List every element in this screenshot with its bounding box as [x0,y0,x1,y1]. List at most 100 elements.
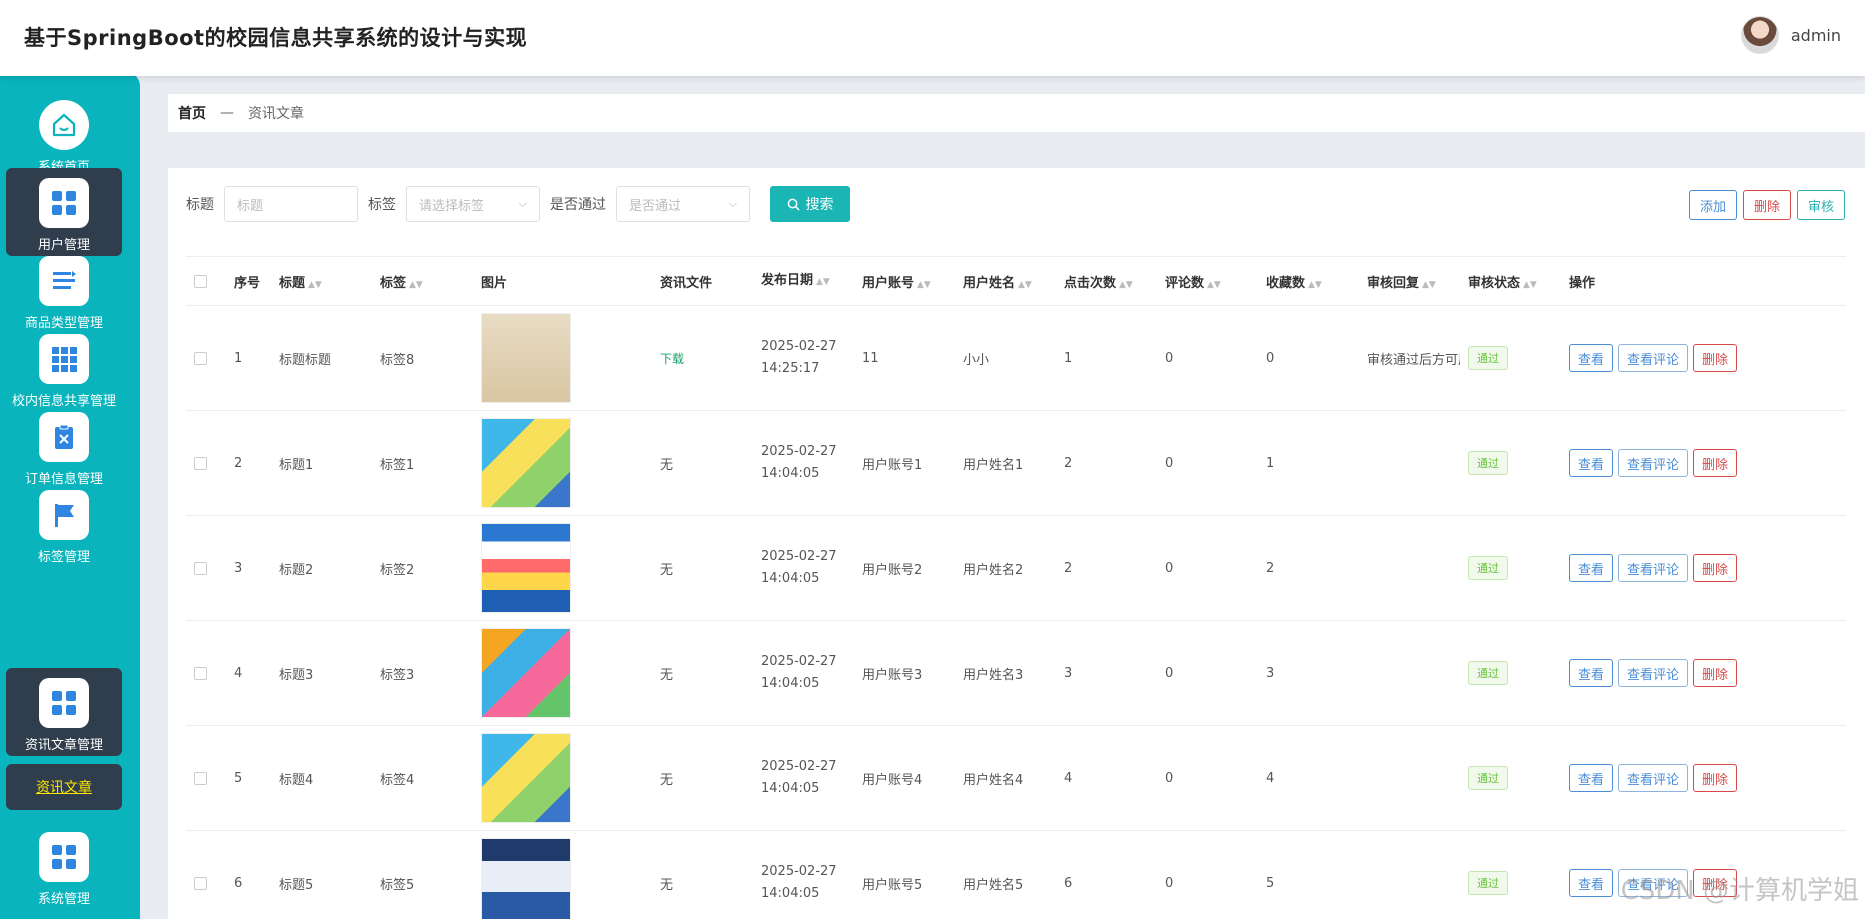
row-file: 无 [660,562,674,578]
view-button[interactable]: 查看 [1569,659,1614,687]
breadcrumb-home[interactable]: 首页 [178,103,206,123]
batch-delete-button[interactable]: 删除 [1742,190,1791,220]
sort-icon: ▲▼ [308,279,322,290]
col-header-sortable[interactable]: 审核回复 ▲▼ [1359,272,1460,291]
row-checkbox[interactable] [194,666,207,680]
view-button[interactable]: 查看 [1569,344,1614,372]
sidebar-item-articles[interactable]: 资讯文章管理 [6,668,122,756]
row-tag: 标签1 [380,457,415,473]
col-header-sortable[interactable]: 发布日期 ▲▼ [753,270,854,293]
title-search-input[interactable]: 标题 [224,186,358,222]
article-thumbnail[interactable] [481,733,571,823]
delete-button[interactable]: 删除 [1693,344,1738,372]
row-checkbox[interactable] [194,561,207,575]
grid9-icon [39,334,89,384]
sort-icon: ▲▼ [409,279,423,290]
delete-button[interactable]: 删除 [1693,659,1738,687]
row-title: 标题2 [279,562,314,578]
sort-icon: ▲▼ [816,276,830,287]
row-checkbox[interactable] [194,771,207,785]
main-panel: 标题 标题 标签 请选择标签 ⌵ 是否通过 是否通过 ⌵ 搜索 添加 删除 审核 序… [168,168,1865,919]
sidebar-item-label: 系统管理 [37,892,90,907]
row-favorites: 3 [1266,665,1275,681]
view-comments-button[interactable]: 查看评论 [1618,449,1689,477]
row-clicks: 3 [1064,665,1073,681]
grid-icon [39,678,89,728]
submenu-articles[interactable]: 资讯文章 [6,764,122,810]
view-button[interactable]: 查看 [1569,869,1614,897]
username[interactable]: admin [1791,26,1841,45]
row-comments: 0 [1165,350,1174,366]
row-name: 用户姓名1 [963,457,1024,473]
articles-table: 序号 标题 ▲▼ 标签 ▲▼ 图片 资讯文件 发布日期 ▲▼ 用户账号 ▲▼ 用户姓名 ▲… [186,256,1846,919]
row-checkbox[interactable] [194,351,207,365]
status-badge: 通过 [1468,661,1508,685]
chevron-down-icon: ⌵ [518,197,527,210]
row-title: 标题标题 [279,352,332,368]
article-thumbnail[interactable] [481,628,571,718]
delete-button[interactable]: 删除 [1693,449,1738,477]
row-file[interactable]: 下载 [660,352,684,366]
row-tag: 标签2 [380,562,415,578]
col-header-sortable[interactable]: 评论数 ▲▼ [1157,272,1258,291]
row-title: 标题5 [279,877,314,893]
sidebar-item-tags[interactable]: 标签管理 [6,480,122,568]
status-badge: 通过 [1468,871,1508,895]
col-header-sortable[interactable]: 标题 ▲▼ [271,272,372,291]
view-comments-button[interactable]: 查看评论 [1618,659,1689,687]
col-header-sortable[interactable]: 收藏数 ▲▼ [1258,272,1359,291]
pass-select[interactable]: 是否通过 ⌵ [616,186,750,222]
sidebar-item-campus-info[interactable]: 校内信息共享管理 [6,324,122,412]
article-thumbnail[interactable] [481,523,571,613]
table-row: 5 标题4 标签4 无 2025-02-27 14:04:05 用户账号4 用户姓名4 4 0 4… [186,726,1846,831]
article-thumbnail[interactable] [481,418,571,508]
breadcrumb-separator: — [220,105,234,121]
row-checkbox[interactable] [194,456,207,470]
sidebar-item-home[interactable]: 系统首页 [6,90,122,178]
col-header-sortable[interactable]: 用户姓名 ▲▼ [955,272,1056,291]
row-file: 无 [660,877,674,893]
col-header-sortable[interactable]: 用户账号 ▲▼ [854,272,955,291]
clipboard-icon [39,412,89,462]
sidebar-item-system[interactable]: 系统管理 [6,822,122,910]
tag-select[interactable]: 请选择标签 ⌵ [406,186,540,222]
select-all-checkbox[interactable] [194,274,207,288]
row-clicks: 4 [1064,770,1073,786]
col-header-sortable[interactable]: 审核状态 ▲▼ [1460,272,1561,291]
sidebar-item-orders[interactable]: 订单信息管理 [6,402,122,490]
view-button[interactable]: 查看 [1569,554,1614,582]
row-name: 用户姓名3 [963,667,1024,683]
sidebar-item-product-types[interactable]: 商品类型管理 [6,246,122,334]
article-thumbnail[interactable] [481,838,571,919]
tag-placeholder: 请选择标签 [419,198,485,214]
row-comments: 0 [1165,875,1174,891]
sort-icon: ▲▼ [1207,279,1221,290]
row-date: 2025-02-27 14:04:05 [761,549,837,586]
sidebar-item-users[interactable]: 用户管理 [6,168,122,256]
col-header-sortable[interactable]: 标签 ▲▼ [372,272,473,291]
user-menu[interactable]: admin [1740,16,1841,54]
view-button[interactable]: 查看 [1569,449,1614,477]
article-thumbnail[interactable] [481,313,571,403]
view-button[interactable]: 查看 [1569,764,1614,792]
row-checkbox[interactable] [194,876,207,890]
col-header-sortable[interactable]: 点击次数 ▲▼ [1056,272,1157,291]
title-filter-label: 标题 [186,197,214,213]
delete-button[interactable]: 删除 [1693,764,1738,792]
row-name: 用户姓名5 [963,877,1024,893]
view-comments-button[interactable]: 查看评论 [1618,554,1689,582]
row-date: 2025-02-27 14:04:05 [761,444,837,481]
avatar[interactable] [1740,16,1779,54]
top-actions: 添加 删除 审核 [1688,190,1845,220]
table-body: 1 标题标题 标签8 下载 2025-02-27 14:25:17 11 小小 1 0 0 审核通过… [186,306,1846,919]
view-comments-button[interactable]: 查看评论 [1618,344,1689,372]
row-favorites: 5 [1266,875,1275,891]
col-header: 操作 [1569,275,1596,291]
add-button[interactable]: 添加 [1688,190,1737,220]
view-comments-button[interactable]: 查看评论 [1618,764,1689,792]
search-button[interactable]: 搜索 [770,186,850,222]
delete-button[interactable]: 删除 [1693,554,1738,582]
row-title: 标题4 [279,772,314,788]
search-bar: 标题 标题 标签 请选择标签 ⌵ 是否通过 是否通过 ⌵ 搜索 [186,186,850,222]
audit-button[interactable]: 审核 [1796,190,1845,220]
